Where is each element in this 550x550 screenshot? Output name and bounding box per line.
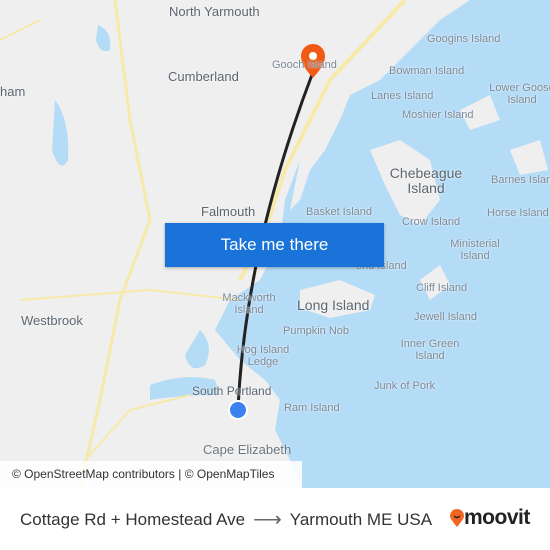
label-bowman-island: Bowman Island (389, 65, 465, 77)
brand-name: moovit (464, 506, 530, 529)
label-cliff-island: Cliff Island (416, 282, 468, 294)
label-moshier-island: Moshier Island (402, 109, 474, 121)
label-lanes-island: Lanes Island (371, 90, 434, 102)
origin-name: Cottage Rd + Homestead Ave (20, 509, 246, 529)
moovit-logo[interactable]: moovit (450, 506, 530, 530)
label-googins-island: Googins Island (427, 33, 501, 45)
origin-marker (228, 400, 248, 420)
label-ministerial-island: Ministerial Island (450, 238, 500, 262)
label-ram-island: Ram Island (284, 402, 340, 414)
label-north-yarmouth: North Yarmouth (169, 4, 260, 19)
destination-name: Yarmouth ME USA (289, 509, 433, 529)
island-small-3 (510, 140, 548, 175)
take-me-there-button[interactable]: Take me there (165, 223, 384, 267)
label-crow-island: Crow Island (402, 216, 461, 228)
label-pumpkin-nob: Pumpkin Nob (283, 325, 350, 337)
label-cape-elizabeth: Cape Elizabeth (203, 442, 292, 457)
label-hog-island-ledge: Hog Island Ledge (236, 344, 290, 368)
arrow-right-icon: ⟶ (253, 509, 282, 531)
label-long-island: Long Island (297, 297, 370, 313)
label-lower-goose-island: Lower Goose Island (489, 82, 550, 106)
route-summary: Cottage Rd + Homestead Ave ⟶ Yarmouth ME… (20, 507, 432, 532)
map-attribution[interactable]: © OpenStreetMap contributors | © OpenMap… (0, 461, 302, 488)
label-basket-island: Basket Island (306, 206, 373, 218)
label-gorham: ham (0, 84, 26, 99)
label-westbrook: Westbrook (21, 313, 83, 328)
label-south-portland: South Portland (192, 384, 272, 398)
label-junk-of-pork: Junk of Pork (374, 380, 436, 392)
map[interactable]: North Yarmouth Cumberland ham Gooch Isla… (0, 0, 550, 488)
label-mackworth-island: Mackworth Island (222, 292, 276, 316)
label-inner-green-island: Inner Green Island (400, 338, 460, 362)
label-jewell-island: Jewell Island (414, 311, 477, 323)
label-falmouth: Falmouth (201, 204, 256, 219)
label-cumberland: Cumberland (168, 69, 239, 84)
label-chebeague-island: Chebeague Island (389, 165, 463, 196)
label-gooch-island: Gooch Island (272, 59, 337, 71)
footer: Cottage Rd + Homestead Ave ⟶ Yarmouth ME… (0, 488, 550, 550)
label-barnes-island: Barnes Island (491, 174, 550, 186)
label-horse-island: Horse Island (487, 207, 549, 219)
moovit-pin-icon (450, 509, 464, 527)
